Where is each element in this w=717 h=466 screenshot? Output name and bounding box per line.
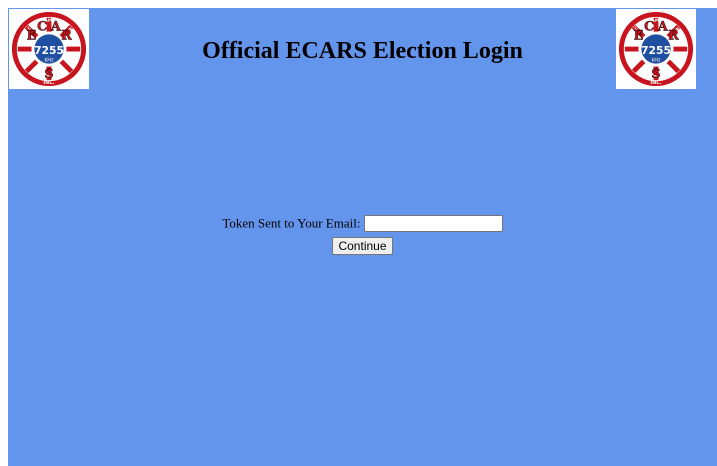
logo-letter-r: R: [668, 27, 679, 42]
logo-frequency: 7255: [641, 44, 671, 57]
token-input[interactable]: [363, 214, 503, 232]
token-label: Token Sent to Your Email:: [222, 215, 361, 231]
continue-row: Continue: [8, 237, 717, 255]
logo-unit: kHz: [651, 58, 660, 64]
page-body: 7255 kHz EAST COAST AMATEUR RADIO SERVIC…: [8, 8, 717, 466]
token-form-row: Token Sent to Your Email:: [8, 213, 717, 232]
logo-letter-a: A: [657, 18, 668, 33]
logo-letter-a: A: [50, 18, 61, 33]
ecars-logo-icon: 7255 kHz EAST COAST AMATEUR RADIO SERVIC…: [618, 11, 694, 86]
page-title: Official ECARS Election Login: [202, 38, 523, 64]
logo-letter-s: S: [44, 66, 53, 81]
continue-button[interactable]: Continue: [332, 237, 393, 255]
logo-letter-s: S: [651, 66, 660, 81]
logo-letter-c: C: [37, 18, 47, 33]
logo-letter-c: C: [644, 18, 654, 33]
logo-letter-e: E: [634, 27, 644, 42]
ecars-logo-right: 7255 kHz EAST COAST AMATEUR RADIO SERVIC…: [616, 9, 696, 89]
